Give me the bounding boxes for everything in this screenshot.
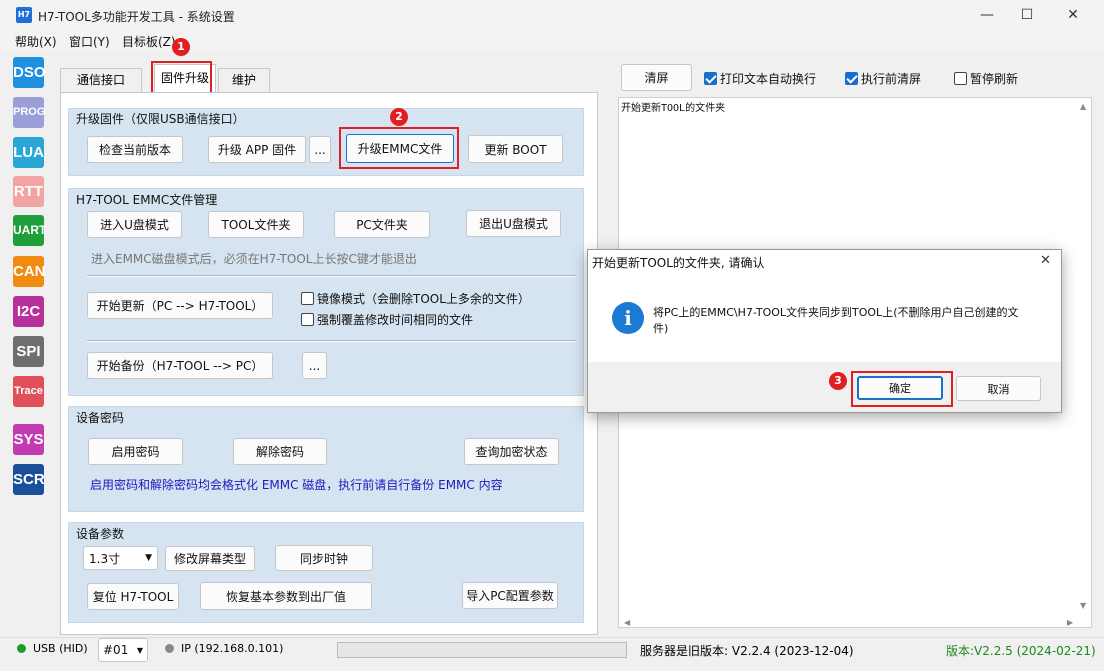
i2c-icon[interactable]: I2C: [13, 296, 44, 327]
enter-udisk-button[interactable]: 进入U盘模式: [87, 211, 182, 238]
query-encryption-button[interactable]: 查询加密状态: [464, 438, 559, 465]
tool-folder-button[interactable]: TOOL文件夹: [208, 211, 304, 238]
pc-folder-button[interactable]: PC文件夹: [334, 211, 430, 238]
upgrade-app-button[interactable]: 升级 APP 固件: [208, 136, 306, 163]
scroll-right-icon[interactable]: ▶: [1067, 618, 1073, 627]
spi-icon[interactable]: SPI: [13, 336, 44, 367]
screen-size-value: 1.3寸: [89, 551, 121, 566]
scr-icon[interactable]: SCR: [13, 464, 45, 495]
step-badge-3: 3: [829, 372, 847, 390]
device-number-value: #01: [103, 643, 129, 657]
pause-refresh-label: 暂停刷新: [970, 72, 1019, 86]
usb-status: USB (HID): [33, 642, 88, 655]
sync-clock-button[interactable]: 同步时钟: [275, 545, 373, 571]
sys-icon[interactable]: SYS: [13, 424, 44, 455]
device-params-title: 设备参数: [76, 527, 125, 541]
menu-window[interactable]: 窗口(Y): [69, 33, 110, 50]
exit-udisk-button[interactable]: 退出U盘模式: [466, 210, 561, 237]
ip-status-dot: [165, 644, 174, 653]
modify-screen-button[interactable]: 修改屏幕类型: [165, 546, 255, 571]
separator: [87, 340, 576, 342]
tab-comm-interface[interactable]: 通信接口: [60, 68, 142, 92]
dialog-cancel-button[interactable]: 取消: [956, 376, 1041, 401]
mirror-mode-box[interactable]: [301, 292, 314, 305]
window-title: H7-TOOL多功能开发工具 - 系统设置: [38, 10, 235, 24]
scroll-left-icon[interactable]: ◀: [624, 618, 630, 627]
browse-backup-button[interactable]: ...: [302, 352, 327, 379]
dialog-message-line2: 件): [653, 322, 669, 335]
password-warning-hint: 启用密码和解除密码均会格式化 EMMC 磁盘，执行前请自行备份 EMMC 内容: [90, 478, 503, 492]
pause-refresh-checkbox[interactable]: 暂停刷新: [954, 70, 1018, 87]
check-version-button[interactable]: 检查当前版本: [87, 136, 183, 163]
close-button[interactable]: ✕: [1050, 0, 1096, 31]
local-version: 版本:V2.2.5 (2024-02-21): [946, 644, 1096, 658]
step-badge-1: 1: [172, 38, 190, 56]
chevron-down-icon: ▼: [145, 553, 152, 563]
import-pc-config-button[interactable]: 导入PC配置参数: [462, 582, 558, 609]
info-icon: i: [612, 302, 644, 334]
auto-wrap-label: 打印文本自动换行: [720, 72, 817, 86]
enable-password-button[interactable]: 启用密码: [88, 438, 183, 465]
scroll-up-icon[interactable]: ▲: [1080, 102, 1086, 111]
force-overwrite-checkbox[interactable]: 强制覆盖修改时间相同的文件: [301, 311, 473, 328]
prog-icon[interactable]: PROG: [13, 97, 45, 128]
step-badge-2: 2: [390, 108, 408, 126]
log-output-text: 开始更新TOOL的文件夹: [621, 103, 726, 114]
mirror-mode-checkbox[interactable]: 镜像模式（会删除TOOL上多余的文件）: [301, 290, 530, 307]
force-overwrite-box[interactable]: [301, 313, 314, 326]
rtt-icon[interactable]: RTT: [13, 176, 44, 207]
app-icon: H7: [16, 7, 32, 23]
clear-before-exec-box[interactable]: [845, 72, 858, 85]
start-update-button[interactable]: 开始更新（PC --> H7-TOOL）: [87, 292, 273, 319]
auto-wrap-checkbox[interactable]: 打印文本自动换行: [704, 70, 816, 87]
upgrade-firmware-title: 升级固件（仅限USB通信接口）: [76, 112, 245, 126]
progress-bar: [337, 642, 627, 658]
dso-icon[interactable]: DSO: [13, 57, 46, 88]
screen-size-select[interactable]: 1.3寸 ▼: [83, 546, 158, 570]
browse-app-button[interactable]: ...: [309, 136, 331, 163]
dialog-message-line1: 将PC上的EMMC\H7-TOOL文件夹同步到TOOL上(不删除用户自己创建的文: [653, 306, 1019, 319]
separator: [87, 275, 576, 277]
highlight-emmc-button: [339, 127, 459, 169]
menu-help[interactable]: 帮助(X): [15, 33, 57, 50]
ip-status: IP (192.168.0.101): [181, 642, 284, 655]
dialog-close-icon[interactable]: ✕: [1040, 253, 1051, 268]
device-number-select[interactable]: #01 ▼: [98, 638, 148, 662]
reset-tool-button[interactable]: 复位 H7-TOOL: [87, 583, 179, 610]
uart-icon[interactable]: UART: [13, 215, 46, 246]
device-password-title: 设备密码: [76, 411, 125, 425]
usb-status-dot: [17, 644, 26, 653]
mirror-mode-label: 镜像模式（会删除TOOL上多余的文件）: [317, 292, 530, 306]
force-overwrite-label: 强制覆盖修改时间相同的文件: [317, 313, 474, 327]
server-version: 服务器是旧版本: V2.2.4 (2023-12-04): [640, 644, 854, 658]
dialog-title: 开始更新TOOL的文件夹, 请确认: [592, 256, 765, 270]
start-backup-button[interactable]: 开始备份（H7-TOOL --> PC）: [87, 352, 273, 379]
disable-password-button[interactable]: 解除密码: [233, 438, 327, 465]
emmc-management-title: H7-TOOL EMMC文件管理: [76, 193, 218, 207]
clear-screen-button[interactable]: 清屏: [621, 64, 692, 91]
update-boot-button[interactable]: 更新 BOOT: [468, 135, 563, 163]
tab-maintenance[interactable]: 维护: [218, 68, 270, 92]
menu-target-board[interactable]: 目标板(Z): [122, 33, 176, 50]
clear-before-exec-label: 执行前清屏: [861, 72, 922, 86]
clear-before-exec-checkbox[interactable]: 执行前清屏: [845, 70, 921, 87]
pause-refresh-box[interactable]: [954, 72, 967, 85]
restore-defaults-button[interactable]: 恢复基本参数到出厂值: [200, 582, 372, 610]
trace-icon[interactable]: Trace: [13, 376, 44, 407]
auto-wrap-box[interactable]: [704, 72, 717, 85]
maximize-button[interactable]: ☐: [1004, 0, 1050, 31]
highlight-ok-button: [851, 371, 953, 407]
chevron-down-icon: ▼: [136, 645, 143, 655]
can-icon[interactable]: CAN: [13, 256, 46, 287]
lua-icon[interactable]: LUA: [13, 137, 44, 168]
scroll-down-icon[interactable]: ▼: [1080, 601, 1086, 610]
emmc-mode-hint: 进入EMMC磁盘模式后，必须在H7-TOOL上长按C键才能退出: [91, 252, 417, 266]
